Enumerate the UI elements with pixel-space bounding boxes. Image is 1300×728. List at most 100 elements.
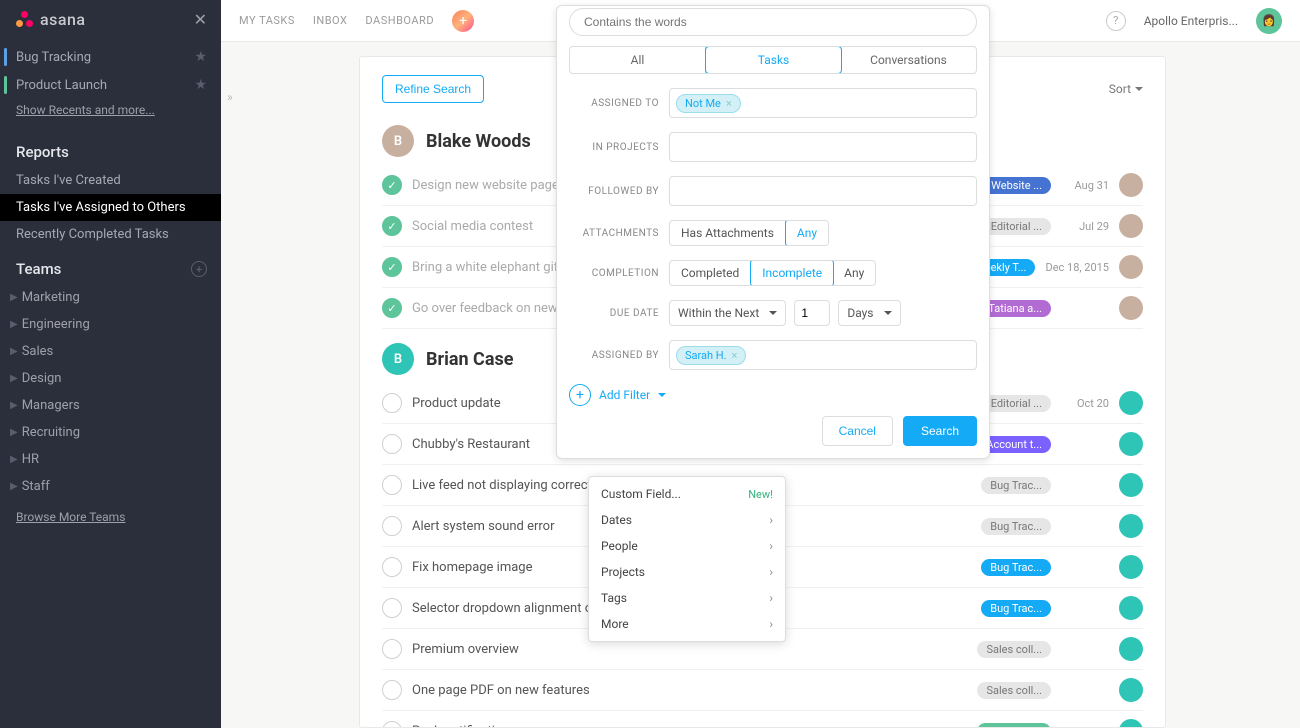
project-pill[interactable]: Bug Trac... [981, 518, 1051, 535]
assignee-avatar[interactable] [1119, 296, 1143, 320]
team-item[interactable]: ▶Engineering [0, 311, 221, 338]
project-pill[interactable]: Tatiana a... [979, 300, 1051, 317]
complete-checkbox[interactable] [382, 680, 402, 700]
search-button[interactable]: Search [903, 416, 977, 446]
task-row[interactable]: One page PDF on new featuresSales coll..… [382, 670, 1143, 711]
segment-all[interactable]: All [570, 47, 706, 73]
complete-checkbox[interactable] [382, 393, 402, 413]
assignee-avatar[interactable] [1119, 555, 1143, 579]
project-pill[interactable]: Product L... [977, 723, 1051, 728]
team-item[interactable]: ▶Design [0, 365, 221, 392]
expand-handle-icon[interactable]: » [227, 90, 233, 104]
project-pill[interactable]: Bug Trac... [981, 559, 1051, 576]
project-pill[interactable]: Sales coll... [977, 682, 1051, 699]
in-projects-input[interactable] [669, 132, 977, 162]
remove-token-icon[interactable]: × [726, 97, 732, 110]
quick-add-button[interactable]: + [452, 10, 474, 32]
complete-checkbox[interactable] [382, 639, 402, 659]
team-item[interactable]: ▶HR [0, 446, 221, 473]
cancel-button[interactable]: Cancel [822, 416, 893, 446]
user-avatar[interactable]: 👩 [1256, 8, 1282, 34]
followed-by-input[interactable] [669, 176, 977, 206]
caret-right-icon: ▶ [10, 400, 18, 411]
filter-menu-item[interactable]: People› [589, 533, 785, 559]
nav-inbox[interactable]: INBOX [313, 14, 348, 27]
logo[interactable]: asana [16, 10, 86, 29]
show-recents-link[interactable]: Show Recents and more... [0, 99, 221, 127]
complete-checkbox[interactable] [382, 598, 402, 618]
add-filter-dropdown[interactable]: Add Filter [599, 388, 666, 402]
segment-conversations[interactable]: Conversations [841, 47, 976, 73]
remove-token-icon[interactable]: × [732, 349, 738, 362]
project-pill[interactable]: Editorial ... [982, 218, 1051, 235]
add-team-icon[interactable]: + [191, 261, 207, 277]
nav-dashboard[interactable]: DASHBOARD [365, 14, 434, 27]
assignee-avatar[interactable] [1119, 214, 1143, 238]
report-recently-completed[interactable]: Recently Completed Tasks [0, 221, 221, 248]
assigned-to-input[interactable]: Not Me× [669, 88, 977, 118]
complete-checkbox[interactable] [382, 721, 402, 728]
project-pill[interactable]: Bug Trac... [981, 600, 1051, 617]
complete-checkbox[interactable] [382, 516, 402, 536]
report-tasks-assigned-others[interactable]: Tasks I've Assigned to Others [0, 194, 221, 221]
task-row[interactable]: Push notificationsProduct L... [382, 711, 1143, 728]
assignee-avatar[interactable] [1119, 514, 1143, 538]
segment-tasks[interactable]: Tasks [705, 46, 842, 74]
assignee-avatar[interactable] [1119, 678, 1143, 702]
star-icon[interactable]: ★ [194, 77, 207, 93]
complete-checkbox[interactable] [382, 557, 402, 577]
team-item[interactable]: ▶Staff [0, 473, 221, 500]
attachments-any[interactable]: Any [785, 220, 829, 246]
assignee-avatar[interactable] [1119, 391, 1143, 415]
complete-checkbox[interactable]: ✓ [382, 175, 402, 195]
project-pill[interactable]: Bug Trac... [981, 477, 1051, 494]
assignee-avatar[interactable] [1119, 719, 1143, 728]
refine-search-button[interactable]: Refine Search [382, 75, 484, 103]
browse-teams-link[interactable]: Browse More Teams [0, 500, 221, 534]
team-item[interactable]: ▶Sales [0, 338, 221, 365]
complete-checkbox[interactable]: ✓ [382, 257, 402, 277]
report-tasks-created[interactable]: Tasks I've Created [0, 167, 221, 194]
favorite-product-launch[interactable]: Product Launch★ [0, 71, 221, 99]
filter-menu-item[interactable]: Projects› [589, 559, 785, 585]
nav-my-tasks[interactable]: MY TASKS [239, 14, 295, 27]
completion-completed[interactable]: Completed [670, 261, 751, 285]
help-icon[interactable]: ? [1106, 11, 1126, 31]
complete-checkbox[interactable]: ✓ [382, 298, 402, 318]
assignee-avatar[interactable] [1119, 473, 1143, 497]
project-pill[interactable]: Editorial ... [982, 395, 1051, 412]
due-date-number-input[interactable] [794, 300, 830, 326]
add-filter-plus-icon[interactable]: + [569, 384, 591, 406]
due-date-unit-select[interactable]: Days [838, 300, 900, 326]
assignee-avatar[interactable] [1119, 432, 1143, 456]
filter-menu-item[interactable]: Tags› [589, 585, 785, 611]
assigned-by-input[interactable]: Sarah H.× [669, 340, 977, 370]
favorite-bug-tracking[interactable]: Bug Tracking★ [0, 43, 221, 71]
star-icon[interactable]: ★ [194, 49, 207, 65]
workspace-switcher[interactable]: Apollo Enterpris... [1144, 14, 1238, 28]
assignee-avatar[interactable] [1119, 637, 1143, 661]
assignee-avatar[interactable] [1119, 255, 1143, 279]
team-item[interactable]: ▶Marketing [0, 284, 221, 311]
assignee-avatar[interactable] [1119, 596, 1143, 620]
complete-checkbox[interactable]: ✓ [382, 216, 402, 236]
complete-checkbox[interactable] [382, 434, 402, 454]
complete-checkbox[interactable] [382, 475, 402, 495]
search-input[interactable] [569, 8, 977, 36]
token-not-me[interactable]: Not Me× [676, 94, 741, 113]
assignee-avatar[interactable] [1119, 173, 1143, 197]
close-icon[interactable]: ✕ [194, 10, 207, 29]
project-pill[interactable]: Website ... [982, 177, 1051, 194]
completion-incomplete[interactable]: Incomplete [750, 260, 834, 286]
team-item[interactable]: ▶Managers [0, 392, 221, 419]
token-sarah-h[interactable]: Sarah H.× [676, 346, 746, 365]
project-pill[interactable]: Sales coll... [977, 641, 1051, 658]
sort-dropdown[interactable]: Sort [1109, 82, 1143, 96]
attachments-has[interactable]: Has Attachments [670, 221, 786, 245]
filter-menu-item[interactable]: Dates› [589, 507, 785, 533]
team-item[interactable]: ▶Recruiting [0, 419, 221, 446]
completion-any[interactable]: Any [833, 261, 875, 285]
filter-menu-item[interactable]: More› [589, 611, 785, 637]
due-date-range-select[interactable]: Within the Next [669, 300, 786, 326]
filter-menu-item[interactable]: Custom Field...New! [589, 481, 785, 507]
